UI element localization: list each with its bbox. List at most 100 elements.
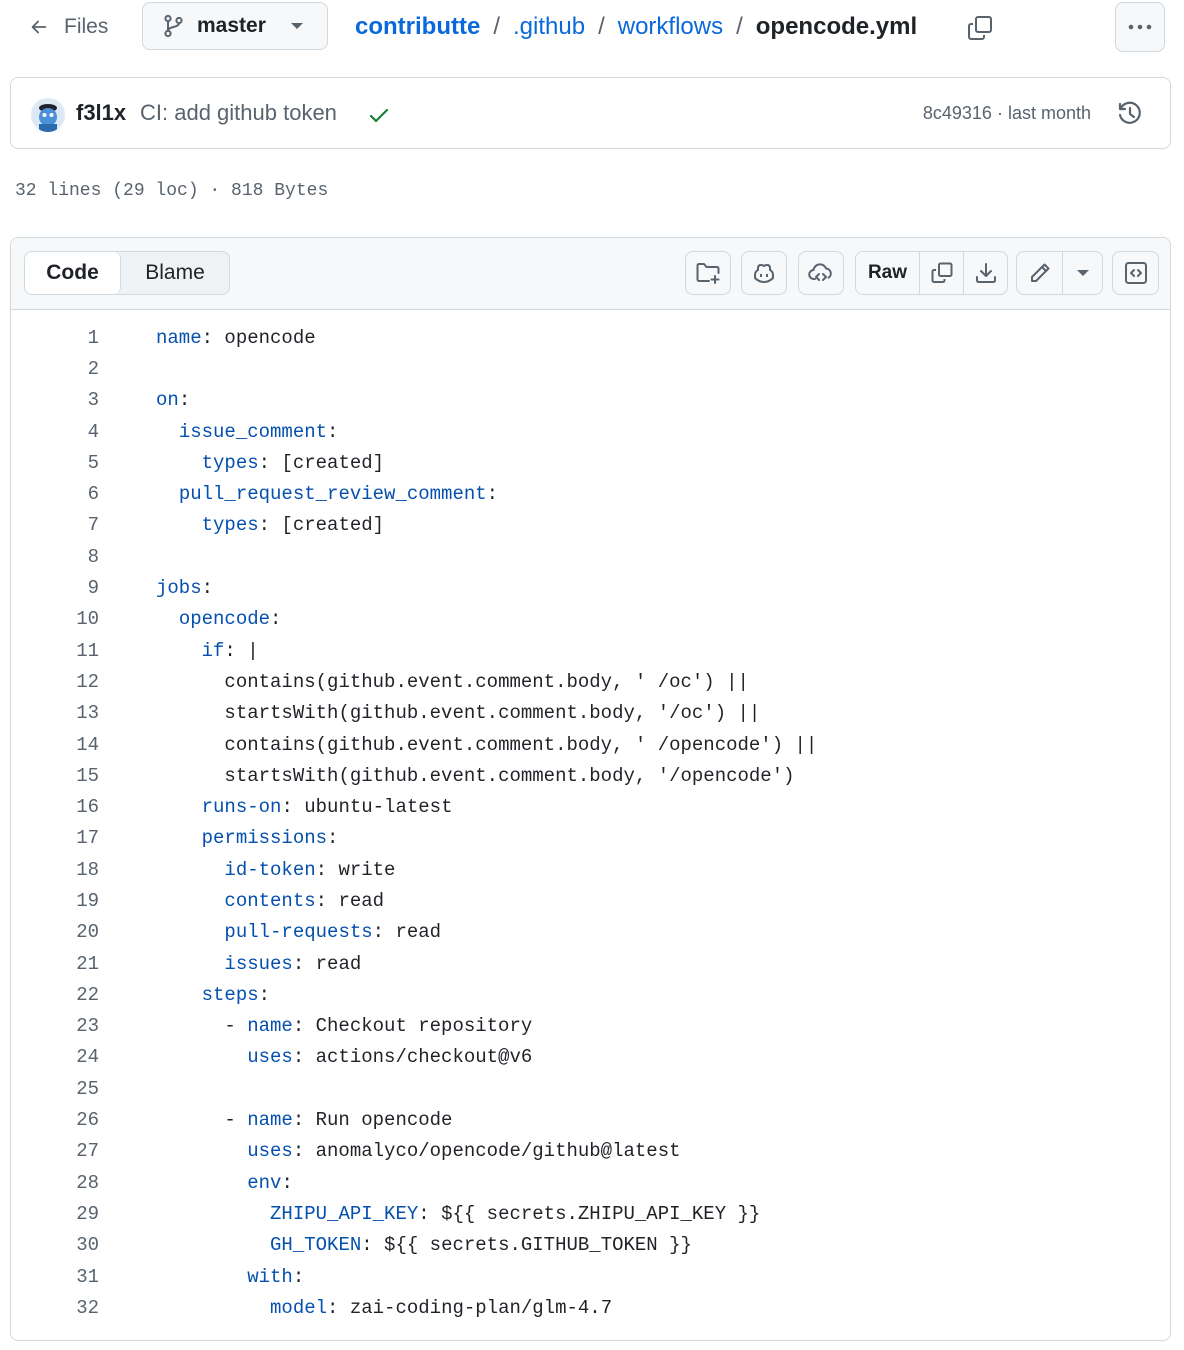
line-number[interactable]: 27 <box>11 1140 99 1162</box>
tab-code[interactable]: Code <box>25 252 121 294</box>
breadcrumb-separator: / <box>598 13 605 40</box>
copilot-icon <box>754 263 774 283</box>
commit-author-link[interactable]: f3l1x <box>76 100 126 126</box>
code-square-icon <box>1124 262 1147 284</box>
code-line: 5 types: [created] <box>11 447 1170 478</box>
line-content: pull-requests: read <box>99 921 441 943</box>
yaml-key: opencode <box>178 608 271 631</box>
line-number[interactable]: 7 <box>11 514 99 536</box>
yaml-key: name <box>247 1109 293 1132</box>
line-number[interactable]: 6 <box>11 483 99 505</box>
line-number[interactable]: 22 <box>11 984 99 1006</box>
code-line: 23 - name: Checkout repository <box>11 1011 1170 1042</box>
line-number[interactable]: 20 <box>11 921 99 943</box>
line-number[interactable]: 11 <box>11 640 99 662</box>
line-number[interactable]: 25 <box>11 1078 99 1100</box>
line-number[interactable]: 8 <box>11 546 99 568</box>
copy-path-icon[interactable] <box>966 14 994 42</box>
codespaces-button[interactable] <box>798 251 844 295</box>
history-icon[interactable] <box>1116 100 1144 128</box>
line-number[interactable]: 15 <box>11 765 99 787</box>
line-content: id-token: write <box>99 859 395 881</box>
breadcrumb-workflows-dir-link[interactable]: workflows <box>618 13 723 41</box>
download-raw-button[interactable] <box>963 252 1007 294</box>
code-line: 11 if: | <box>11 635 1170 666</box>
yaml-key: pull_request_review_comment <box>178 483 487 506</box>
line-number[interactable]: 18 <box>11 859 99 881</box>
code-line: 20 pull-requests: read <box>11 917 1170 948</box>
ask-copilot-button[interactable] <box>741 251 787 295</box>
yaml-value: contains(github.event.comment.body, ' /o… <box>224 733 818 756</box>
branch-selector[interactable]: master <box>142 2 328 50</box>
line-number[interactable]: 21 <box>11 953 99 975</box>
line-number[interactable]: 24 <box>11 1046 99 1068</box>
yaml-key: types <box>201 514 259 537</box>
copy-raw-button[interactable] <box>919 252 963 294</box>
line-number[interactable]: 19 <box>11 890 99 912</box>
tab-blame[interactable]: Blame <box>121 252 229 294</box>
line-number[interactable]: 29 <box>11 1203 99 1225</box>
line-number[interactable]: 26 <box>11 1109 99 1131</box>
code-lines: 1 name: opencode 2 3 on: 4 issue_comment: 5 ty… <box>11 322 1170 1324</box>
code-line: 25 <box>11 1073 1170 1104</box>
yaml-value: : <box>281 1171 293 1194</box>
code-line: 17 permissions: <box>11 823 1170 854</box>
line-number[interactable]: 2 <box>11 358 99 380</box>
line-content: runs-on: ubuntu-latest <box>99 796 453 818</box>
code-line: 16 runs-on: ubuntu-latest <box>11 791 1170 822</box>
yaml-value: : zai-coding-plan/glm-4.7 <box>327 1296 613 1319</box>
commit-message-link[interactable]: CI: add github token <box>140 100 337 126</box>
line-number[interactable]: 1 <box>11 327 99 349</box>
line-number[interactable]: 16 <box>11 796 99 818</box>
breadcrumb-current-file: opencode.yml <box>755 13 918 40</box>
commit-time: last month <box>1007 103 1091 123</box>
breadcrumb-repo-link[interactable]: contributte <box>355 13 480 41</box>
line-number[interactable]: 17 <box>11 827 99 849</box>
more-options-button[interactable] <box>1115 2 1165 52</box>
check-icon[interactable] <box>367 103 391 127</box>
line-content: GH_TOKEN: ${{ secrets.GITHUB_TOKEN }} <box>99 1234 692 1256</box>
yaml-key: jobs <box>156 577 202 600</box>
avatar[interactable] <box>31 98 65 132</box>
line-number[interactable]: 12 <box>11 671 99 693</box>
line-number[interactable]: 9 <box>11 577 99 599</box>
line-number[interactable]: 3 <box>11 389 99 411</box>
code-line: 1 name: opencode <box>11 322 1170 353</box>
symbols-panel-button[interactable] <box>1112 251 1159 295</box>
yaml-value: startsWith(github.event.comment.body, '/… <box>224 702 761 725</box>
line-content: - name: Run opencode <box>99 1109 452 1131</box>
line-number[interactable]: 28 <box>11 1172 99 1194</box>
yaml-key: with <box>247 1265 293 1288</box>
edit-file-button[interactable] <box>1017 252 1062 294</box>
chevron-down-icon <box>291 23 303 29</box>
yaml-key: ZHIPU_API_KEY <box>270 1202 419 1225</box>
line-content: permissions: <box>99 827 339 849</box>
yaml-key: name <box>247 1015 293 1038</box>
line-number[interactable]: 5 <box>11 452 99 474</box>
commit-sha-link[interactable]: 8c49316 <box>923 103 992 123</box>
yaml-value: : <box>258 983 271 1006</box>
line-number[interactable]: 13 <box>11 702 99 724</box>
code-line: 19 contents: read <box>11 885 1170 916</box>
breadcrumb-github-dir-link[interactable]: .github <box>513 13 585 41</box>
line-number[interactable]: 30 <box>11 1234 99 1256</box>
line-number[interactable]: 32 <box>11 1297 99 1319</box>
line-number[interactable]: 31 <box>11 1266 99 1288</box>
edit-options-dropdown[interactable] <box>1062 252 1102 294</box>
yaml-value: : anomalyco/opencode/github@latest <box>292 1140 681 1163</box>
raw-button[interactable]: Raw <box>856 252 919 294</box>
line-number[interactable]: 14 <box>11 734 99 756</box>
line-number[interactable]: 10 <box>11 608 99 630</box>
line-content: env: <box>99 1172 293 1194</box>
code-line: 7 types: [created] <box>11 510 1170 541</box>
code-line: 22 steps: <box>11 979 1170 1010</box>
line-number[interactable]: 4 <box>11 421 99 443</box>
files-back-button[interactable]: Files <box>28 10 108 44</box>
add-to-copilot-button[interactable] <box>685 251 731 295</box>
line-number[interactable]: 23 <box>11 1015 99 1037</box>
